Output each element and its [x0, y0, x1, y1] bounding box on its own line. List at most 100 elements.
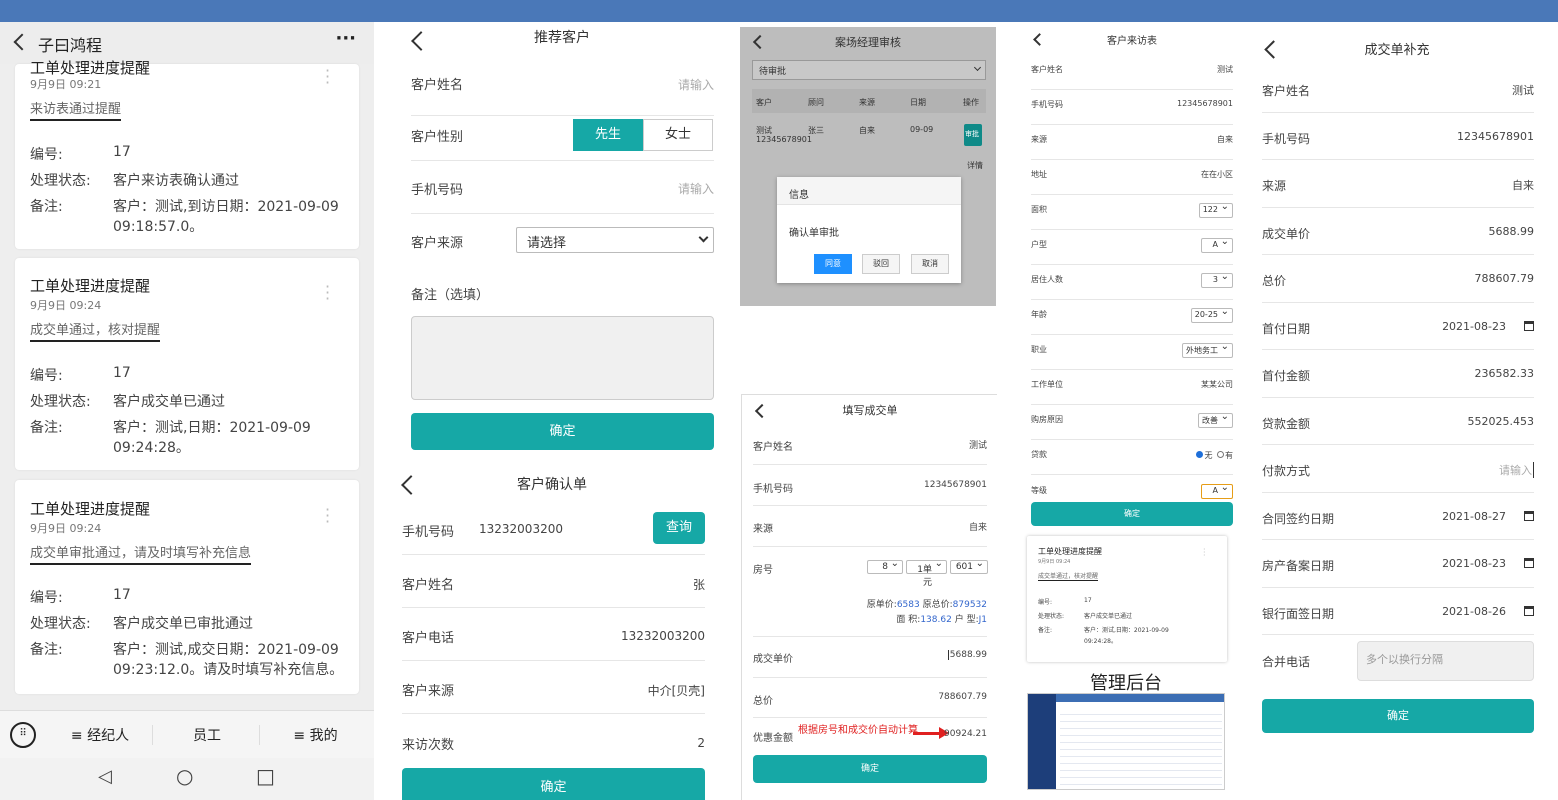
radio-yes-label: 有	[1225, 451, 1233, 460]
back-icon[interactable]	[754, 403, 770, 419]
name-value: 测试	[968, 441, 987, 451]
unit-price-input[interactable]: 5688.99	[947, 650, 987, 660]
row-select[interactable]: A	[1201, 482, 1233, 499]
row-select[interactable]: 3	[1201, 271, 1233, 288]
form-row: 面积 122	[1031, 195, 1233, 230]
form-row: 年龄 20-25	[1031, 300, 1233, 335]
card-menu-icon[interactable]: · · ·	[1203, 546, 1206, 560]
radio-selected-icon[interactable]	[1196, 451, 1204, 458]
back-icon[interactable]	[1033, 33, 1046, 46]
menu-tab-mine[interactable]: ≡ 我的	[263, 725, 368, 745]
calendar-icon[interactable]	[1524, 320, 1534, 331]
form-row: 手机号码 13232003200 查询	[402, 502, 705, 555]
source-select[interactable]: 请选择	[516, 227, 714, 253]
more-icon[interactable]: ···	[335, 28, 356, 49]
back-icon[interactable]	[401, 475, 421, 495]
keyboard-icon[interactable]: ⠿	[10, 722, 36, 748]
discount-value: 90924.21	[944, 729, 987, 739]
merge-phone-textarea[interactable]: 多个以换行分隔	[1357, 641, 1534, 681]
no-value: 17	[113, 144, 131, 160]
radio-empty-icon[interactable]	[1217, 451, 1224, 458]
submit-button[interactable]: 确定	[1262, 699, 1534, 733]
row-select[interactable]: A	[1201, 236, 1233, 253]
dialog: 信息 确认单审批 同意 驳回 取消	[777, 177, 961, 283]
total-label: 总价	[753, 696, 773, 707]
back-icon[interactable]	[752, 34, 768, 50]
row-label: 贷款	[1031, 450, 1047, 459]
chevron-down-icon	[698, 232, 709, 243]
back-icon[interactable]	[411, 31, 431, 51]
card-time: 9月9日 09:24	[30, 299, 102, 312]
reject-button[interactable]: 驳回	[862, 254, 900, 274]
filter-select[interactable]: 待审批	[752, 60, 986, 80]
approve-button[interactable]: 审批	[964, 124, 982, 146]
name-input[interactable]: 请输入	[678, 76, 714, 93]
room-select[interactable]: 601	[950, 558, 988, 574]
submit-button[interactable]: 确定	[753, 755, 987, 783]
calendar-icon[interactable]	[1524, 605, 1534, 616]
card-time: 9月9日 09:24	[1038, 559, 1071, 565]
gender-male-button[interactable]: 先生	[573, 119, 643, 151]
nav-back-icon[interactable]: ◁	[98, 766, 112, 787]
header-action: 操作	[963, 98, 979, 107]
top-banner	[0, 0, 1558, 22]
row-value[interactable]: 2021-08-26	[1442, 605, 1534, 618]
form-row: 房产备案日期 2021-08-23	[1262, 540, 1534, 588]
card-subtitle: 成交单审批通过，请及时填写补充信息	[30, 542, 252, 565]
card-menu-icon[interactable]: · · ·	[325, 279, 330, 307]
notification-card[interactable]: 工单处理进度提醒 9月9日 09:24 · · · 成交单审批通过，请及时填写补充信…	[15, 480, 359, 694]
phone-input[interactable]: 请输入	[678, 180, 714, 197]
menu-tab-staff[interactable]: 员工	[155, 725, 260, 745]
card-time: 9月9日 09:21	[30, 78, 102, 91]
row-label: 地址	[1031, 170, 1047, 179]
agree-button[interactable]: 同意	[814, 254, 852, 274]
row-value: 在在小区	[1201, 170, 1233, 179]
row-label: 来源	[1031, 135, 1047, 144]
submit-button[interactable]: 确定	[402, 768, 705, 800]
menu-tab-agent[interactable]: ≡ 经纪人	[48, 725, 153, 745]
type-label: 户 型:	[954, 615, 979, 625]
query-button[interactable]: 查询	[653, 512, 705, 544]
remark-textarea[interactable]	[411, 316, 714, 400]
cell-source: 自来	[859, 126, 875, 135]
form-row: 总价 788607.79	[1262, 255, 1534, 303]
nav-home-icon[interactable]: ○	[176, 764, 193, 788]
row-value: 自来	[1512, 177, 1534, 193]
card-menu-icon[interactable]: · · ·	[325, 502, 330, 530]
transaction-supplement-panel: 成交单补充 客户姓名 测试 手机号码 12345678901 来源 自来 成交单价 5688.…	[1247, 27, 1558, 747]
calendar-icon[interactable]	[1524, 558, 1534, 568]
row-value[interactable]: 2021-08-23	[1442, 320, 1534, 333]
row-select[interactable]: 外地务工	[1182, 341, 1233, 358]
submit-button[interactable]: 确定	[1031, 502, 1233, 526]
cancel-button[interactable]: 取消	[911, 254, 949, 274]
notification-card-thumb[interactable]: 工单处理进度提醒 9月9日 09:24 · · · 成交单通过，核对提醒 编号: 1…	[1027, 536, 1227, 662]
back-icon[interactable]	[1264, 40, 1283, 59]
form-row: 合同签约日期 2021-08-27	[1262, 493, 1534, 540]
building-select[interactable]: 8	[867, 558, 903, 574]
row-value-text: 请输入	[1499, 464, 1532, 477]
form-row: 客户姓名 请输入	[411, 64, 714, 116]
row-value-text: 552025.453	[1467, 414, 1534, 428]
row-value[interactable]: 2021-08-23	[1442, 557, 1534, 570]
nav-recent-icon[interactable]: □	[256, 764, 275, 788]
row-select[interactable]: 20-25	[1190, 306, 1233, 323]
submit-button[interactable]: 确定	[411, 413, 714, 450]
card-menu-icon[interactable]: · · ·	[325, 63, 330, 91]
transaction-form-panel: 填写成交单 客户姓名 测试 手机号码 12345678901 来源 自来 房号 …	[741, 394, 997, 800]
row-value: 测试	[1512, 82, 1534, 98]
row-value[interactable]: 2021-08-27	[1442, 510, 1534, 523]
back-icon[interactable]	[13, 33, 31, 51]
notification-card[interactable]: 工单处理进度提醒 9月9日 09:24 · · · 成交单通过，核对提醒 编号: 1…	[15, 258, 359, 470]
detail-link[interactable]: 详情	[967, 160, 983, 171]
notification-card-partial[interactable]: 工单处理进度提醒 9月9日 09:21 · · · 来访表通过提醒 编号: 17 处…	[15, 59, 359, 249]
phone-input[interactable]: 13232003200	[479, 522, 563, 536]
row-select[interactable]: 122	[1198, 201, 1233, 218]
phone-label: 手机号码	[411, 183, 464, 198]
form-row: 手机号码 12345678901	[753, 465, 987, 506]
row-value[interactable]: 请输入	[1499, 462, 1534, 478]
gender-female-button[interactable]: 女士	[643, 119, 713, 151]
row-select[interactable]: 改善	[1198, 411, 1233, 428]
unit-select[interactable]: 1单元	[906, 558, 947, 588]
no-value: 17	[113, 587, 131, 603]
calendar-icon[interactable]	[1524, 510, 1534, 521]
